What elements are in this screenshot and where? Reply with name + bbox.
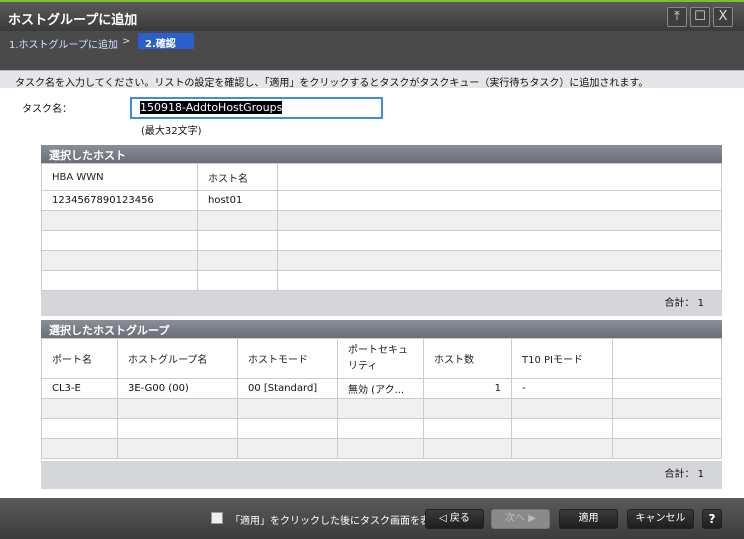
table-row[interactable]: 1234567890123456 host01 [41, 190, 722, 211]
window-title: ホストグループに追加 [8, 13, 138, 28]
table-header-row: ポート名 ホストグループ名 ホストモード ポートセキュリティ ホスト数 T10 … [41, 338, 722, 379]
footer-bar: 「適用」をクリックした後にタスク画面を表示 ◁ 戻る 次へ ▶ 適用 キャンセル… [0, 498, 744, 539]
column-header[interactable]: ホスト名 [197, 163, 278, 191]
breadcrumb-separator: > [122, 36, 131, 47]
cell-host-mode: 00 [Standard] [237, 378, 338, 399]
maximize-icon[interactable]: ☐ [690, 7, 710, 27]
selected-hostgroups-table: ポート名 ホストグループ名 ホストモード ポートセキュリティ ホスト数 T10 … [41, 338, 722, 459]
task-name-value: 150918-AddtoHostGroups [140, 101, 283, 114]
help-button[interactable]: ? [702, 509, 722, 529]
cell-port-security: 無効 (アク... [337, 378, 424, 399]
selected-hosts-header: 選択したホスト [41, 145, 722, 163]
cell-port: CL3-E [41, 378, 118, 399]
column-header[interactable]: T10 PIモード [511, 338, 613, 379]
table-row [41, 438, 722, 459]
table-row [41, 210, 722, 231]
task-name-label: タスク名： [22, 104, 72, 115]
table-row [41, 270, 722, 291]
cell-hba-wwn: 1234567890123456 [41, 190, 198, 211]
cell-t10pi: - [511, 378, 613, 399]
column-header[interactable]: ポートセキュリティ [337, 338, 424, 379]
close-icon[interactable]: X [713, 7, 733, 27]
cell-hostgroup: 3E-G00 (00) [117, 378, 238, 399]
selected-hostgroups-header: 選択したホストグループ [41, 320, 722, 338]
cancel-button[interactable]: キャンセル [627, 509, 694, 529]
column-header[interactable]: ホスト数 [423, 338, 512, 379]
table-row [41, 230, 722, 251]
instruction-text: タスク名を入力してください。リストの設定を確認し、「適用」をクリックするとタスク… [0, 70, 744, 89]
column-header[interactable]: ホストモード [237, 338, 338, 379]
table-row [41, 418, 722, 439]
cell-empty [612, 378, 722, 399]
selected-hosts-table: HBA WWN ホスト名 1234567890123456 host01 [41, 163, 722, 291]
task-name-hint: (最大32文字) [141, 126, 202, 137]
show-tasks-label[interactable]: 「適用」をクリックした後にタスク画面を表示 [230, 512, 440, 527]
hostgroups-total: 合計： 1 [41, 461, 722, 489]
title-bar: ホストグループに追加 ⤒ ☐ X [0, 0, 744, 31]
cell-host-count: 1 [423, 378, 512, 399]
hosts-total: 合計： 1 [41, 291, 722, 316]
apply-button[interactable]: 適用 [559, 509, 618, 529]
column-header [277, 163, 722, 191]
cell-host-name: host01 [197, 190, 278, 211]
table-row [41, 250, 722, 271]
pin-icon[interactable]: ⤒ [667, 7, 687, 27]
next-button[interactable]: 次へ ▶ [491, 509, 550, 529]
table-header-row: HBA WWN ホスト名 [41, 163, 722, 191]
table-row [41, 398, 722, 419]
task-name-input[interactable]: 150918-AddtoHostGroups [130, 97, 383, 119]
cell-empty [277, 190, 722, 211]
show-tasks-checkbox[interactable] [211, 512, 223, 524]
breadcrumb: 1.ホストグループに追加 > 2.確認 [0, 31, 744, 70]
breadcrumb-step2: 2.確認 [138, 33, 194, 50]
column-header[interactable]: ポート名 [41, 338, 118, 379]
breadcrumb-step1[interactable]: 1.ホストグループに追加 [9, 36, 118, 51]
back-button[interactable]: ◁ 戻る [425, 509, 484, 529]
column-header [612, 338, 722, 379]
column-header[interactable]: HBA WWN [41, 163, 198, 191]
column-header[interactable]: ホストグループ名 [117, 338, 238, 379]
table-row[interactable]: CL3-E 3E-G00 (00) 00 [Standard] 無効 (アク..… [41, 378, 722, 399]
